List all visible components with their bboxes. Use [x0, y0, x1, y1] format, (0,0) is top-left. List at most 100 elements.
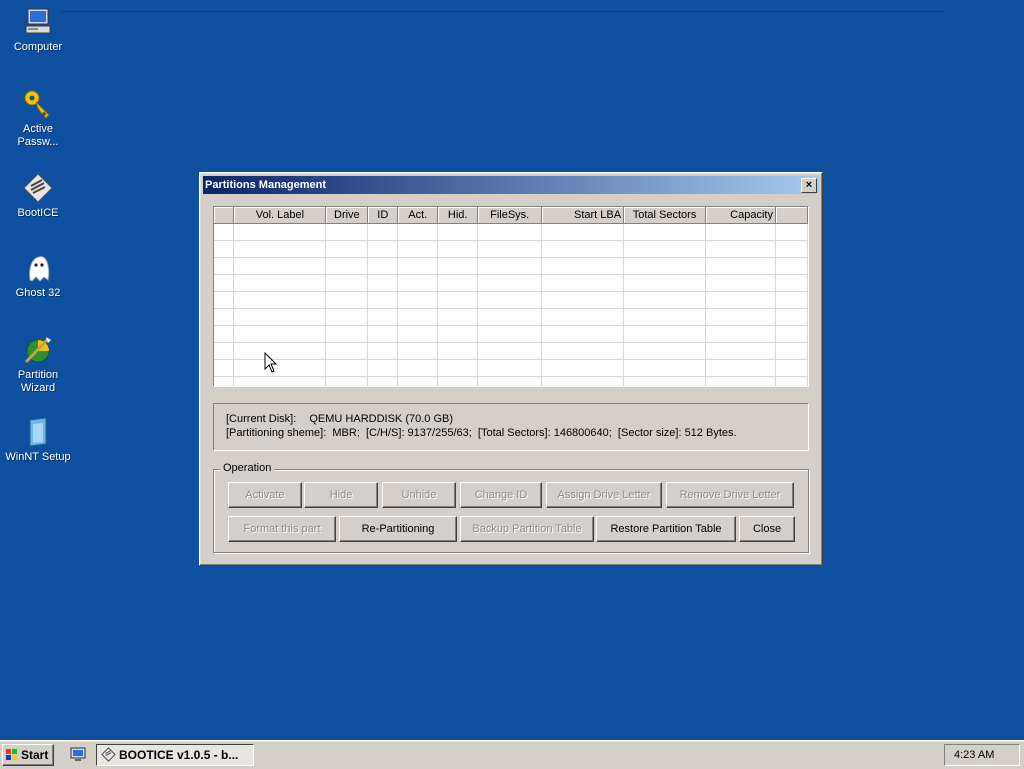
desktop-icon-label: Active Passw...: [17, 123, 59, 148]
desktop-icon-bootice[interactable]: BootICE: [0, 172, 76, 220]
column-header-filler: [775, 207, 808, 224]
table-cell: [775, 359, 808, 377]
column-header-hidden[interactable]: Hid.: [437, 207, 479, 224]
table-cell: [397, 359, 439, 377]
restore-partition-table-button[interactable]: Restore Partition Table: [596, 516, 736, 542]
assign-drive-letter-button[interactable]: Assign Drive Letter: [546, 482, 662, 508]
taskbar-button-bootice[interactable]: BOOTICE v1.0.5 - b...: [96, 744, 254, 766]
column-header-vol-label[interactable]: Vol. Label: [233, 207, 327, 224]
unhide-button[interactable]: Unhide: [382, 482, 456, 508]
activate-button[interactable]: Activate: [228, 482, 302, 508]
partition-scheme-text: [Partitioning sheme]: MBR; [C/H/S]: 9137…: [226, 427, 737, 439]
re-partitioning-button[interactable]: Re-Partitioning: [339, 516, 457, 542]
table-cell: [325, 359, 369, 377]
partition-wizard-icon: [22, 334, 54, 366]
table-cell: [705, 308, 776, 326]
table-row[interactable]: [214, 376, 808, 386]
hide-button[interactable]: Hide: [304, 482, 378, 508]
table-row[interactable]: [214, 342, 808, 360]
table-cell: [477, 308, 543, 326]
table-cell: [325, 223, 369, 241]
start-button[interactable]: Start: [2, 744, 54, 766]
table-cell: [233, 223, 327, 241]
desktop-icon-ghost32[interactable]: Ghost 32: [0, 252, 76, 300]
row-header-cell: [214, 240, 235, 258]
row-header-cell: [214, 342, 235, 360]
system-tray-clock[interactable]: 4:23 AM: [944, 744, 1020, 766]
table-cell: [233, 291, 327, 309]
table-cell: [233, 359, 327, 377]
remove-drive-letter-button[interactable]: Remove Drive Letter: [666, 482, 794, 508]
desktop-icon-label: Ghost 32: [15, 287, 61, 299]
table-cell: [325, 274, 369, 292]
table-cell: [705, 223, 776, 241]
format-partition-button[interactable]: Format this part: [228, 516, 336, 542]
table-row[interactable]: [214, 257, 808, 275]
column-header-start-lba[interactable]: Start LBA: [541, 207, 625, 224]
desktop-icon-label: WinNT Setup: [5, 451, 71, 463]
close-button[interactable]: Close: [739, 516, 795, 542]
close-icon[interactable]: ×: [801, 178, 817, 193]
column-header-active[interactable]: Act.: [397, 207, 439, 224]
column-header-drive[interactable]: Drive: [325, 207, 369, 224]
partition-table[interactable]: Vol. Label Drive ID Act. Hid. FileSys. S…: [213, 206, 809, 387]
table-cell: [705, 376, 776, 386]
current-disk-label: [Current Disk]:: [226, 413, 297, 425]
table-cell: [541, 359, 625, 377]
table-cell: [397, 274, 439, 292]
row-header-cell: [214, 325, 235, 343]
table-cell: [477, 223, 543, 241]
row-header-cell: [214, 257, 235, 275]
table-cell: [541, 291, 625, 309]
change-id-button[interactable]: Change ID: [460, 482, 542, 508]
column-header-capacity[interactable]: Capacity: [705, 207, 776, 224]
mouse-cursor-icon: [264, 352, 278, 373]
column-header-total-sectors[interactable]: Total Sectors: [623, 207, 707, 224]
table-row[interactable]: [214, 223, 808, 241]
table-cell: [367, 376, 399, 386]
partition-scheme-line: [Partitioning sheme]: MBR; [C/H/S]: 9137…: [226, 426, 796, 440]
table-cell: [437, 257, 479, 275]
table-cell: [623, 325, 707, 343]
desktop-icon-label: BootICE: [17, 207, 59, 219]
table-cell: [437, 274, 479, 292]
table-cell: [397, 257, 439, 275]
table-cell: [477, 240, 543, 258]
table-row[interactable]: [214, 240, 808, 258]
table-cell: [623, 240, 707, 258]
dialog-titlebar[interactable]: Partitions Management ×: [203, 176, 819, 194]
table-cell: [367, 291, 399, 309]
table-row[interactable]: [214, 291, 808, 309]
table-cell: [367, 342, 399, 360]
current-disk-value: QEMU HARDDISK (70.0 GB): [309, 413, 453, 425]
desktop-icon-active-password[interactable]: Active Passw...: [0, 88, 76, 149]
column-header-filesys[interactable]: FileSys.: [477, 207, 543, 224]
bootice-icon: [101, 747, 116, 762]
table-row[interactable]: [214, 308, 808, 326]
table-cell: [477, 257, 543, 275]
desktop-icon-partition-wizard[interactable]: Partition Wizard: [0, 334, 76, 395]
table-cell: [705, 342, 776, 360]
bootice-icon: [22, 172, 54, 204]
row-header-cell: [214, 223, 235, 241]
row-header-cell: [214, 274, 235, 292]
table-row[interactable]: [214, 359, 808, 377]
table-cell: [541, 308, 625, 326]
table-cell: [325, 291, 369, 309]
table-cell: [325, 240, 369, 258]
row-header-cell: [214, 359, 235, 377]
backup-partition-table-button[interactable]: Backup Partition Table: [460, 516, 594, 542]
operation-legend: Operation: [220, 462, 275, 474]
desktop-icon-computer[interactable]: Computer: [0, 6, 76, 54]
table-cell: [437, 308, 479, 326]
desktop-icon-winnt-setup[interactable]: WinNT Setup: [0, 416, 76, 464]
desktop-icon-label: Partition Wizard: [17, 369, 59, 394]
row-header-cell: [214, 308, 235, 326]
show-desktop-icon[interactable]: [70, 746, 86, 762]
table-row[interactable]: [214, 325, 808, 343]
table-cell: [775, 274, 808, 292]
table-row[interactable]: [214, 274, 808, 292]
table-cell: [437, 359, 479, 377]
table-cell: [541, 342, 625, 360]
column-header-id[interactable]: ID: [367, 207, 399, 224]
